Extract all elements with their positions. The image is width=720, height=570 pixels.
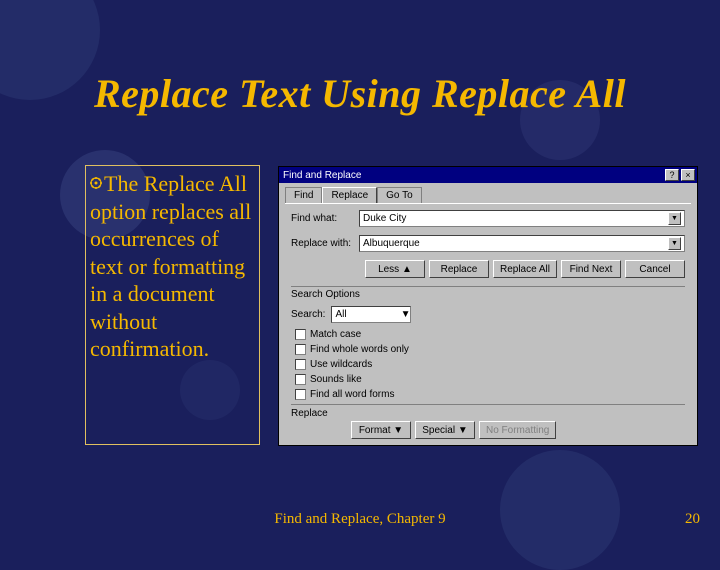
gear-bullet-icon [90, 177, 102, 189]
whole-words-label: Find whole words only [310, 344, 409, 355]
slide-title: Replace Text Using Replace All [0, 70, 720, 117]
search-direction-label: Search: [291, 309, 325, 320]
match-case-label: Match case [310, 329, 361, 340]
tab-goto[interactable]: Go To [377, 187, 422, 203]
replace-button[interactable]: Replace [429, 260, 489, 278]
sounds-like-checkbox[interactable] [295, 374, 306, 385]
find-what-value: Duke City [363, 213, 406, 224]
search-options-label: Search Options [291, 286, 685, 304]
replace-with-input[interactable]: Albuquerque ▼ [359, 235, 685, 252]
search-direction-combo[interactable]: All ▼ [331, 306, 411, 323]
wildcards-label: Use wildcards [310, 359, 372, 370]
close-button[interactable]: × [681, 169, 695, 181]
no-formatting-button[interactable]: No Formatting [479, 421, 556, 439]
dialog-panel: Find what: Duke City ▼ Replace with: Alb… [285, 203, 691, 443]
cancel-button[interactable]: Cancel [625, 260, 685, 278]
dropdown-icon[interactable]: ▼ [401, 309, 411, 320]
sounds-like-label: Sounds like [310, 374, 362, 385]
match-case-checkbox[interactable] [295, 329, 306, 340]
search-direction-value: All [335, 309, 346, 320]
help-button[interactable]: ? [665, 169, 679, 181]
replace-all-button[interactable]: Replace All [493, 260, 557, 278]
dropdown-icon[interactable]: ▼ [668, 212, 681, 225]
bullet-text: The Replace All option replaces all occu… [90, 171, 251, 361]
whole-words-checkbox[interactable] [295, 344, 306, 355]
format-button[interactable]: Format ▼ [351, 421, 411, 439]
less-button[interactable]: Less ▲ [365, 260, 425, 278]
dialog-title: Find and Replace [283, 170, 663, 181]
word-forms-checkbox[interactable] [295, 389, 306, 400]
body-text-box: The Replace All option replaces all occu… [85, 165, 260, 445]
wildcards-checkbox[interactable] [295, 359, 306, 370]
word-forms-label: Find all word forms [310, 389, 394, 400]
special-button[interactable]: Special ▼ [415, 421, 475, 439]
find-what-input[interactable]: Duke City ▼ [359, 210, 685, 227]
tab-replace[interactable]: Replace [322, 187, 377, 203]
footer-text: Find and Replace, Chapter 9 [0, 511, 720, 528]
tab-find[interactable]: Find [285, 187, 322, 203]
find-what-label: Find what: [291, 213, 355, 224]
find-replace-dialog: Find and Replace ? × Find Replace Go To … [278, 166, 698, 446]
dropdown-icon[interactable]: ▼ [668, 237, 681, 250]
dialog-titlebar[interactable]: Find and Replace ? × [279, 167, 697, 183]
find-next-button[interactable]: Find Next [561, 260, 621, 278]
page-number: 20 [685, 511, 700, 528]
replace-with-value: Albuquerque [363, 238, 420, 249]
replace-with-label: Replace with: [291, 238, 355, 249]
replace-group-label: Replace [291, 408, 685, 419]
dialog-tabs: Find Replace Go To [279, 183, 697, 203]
